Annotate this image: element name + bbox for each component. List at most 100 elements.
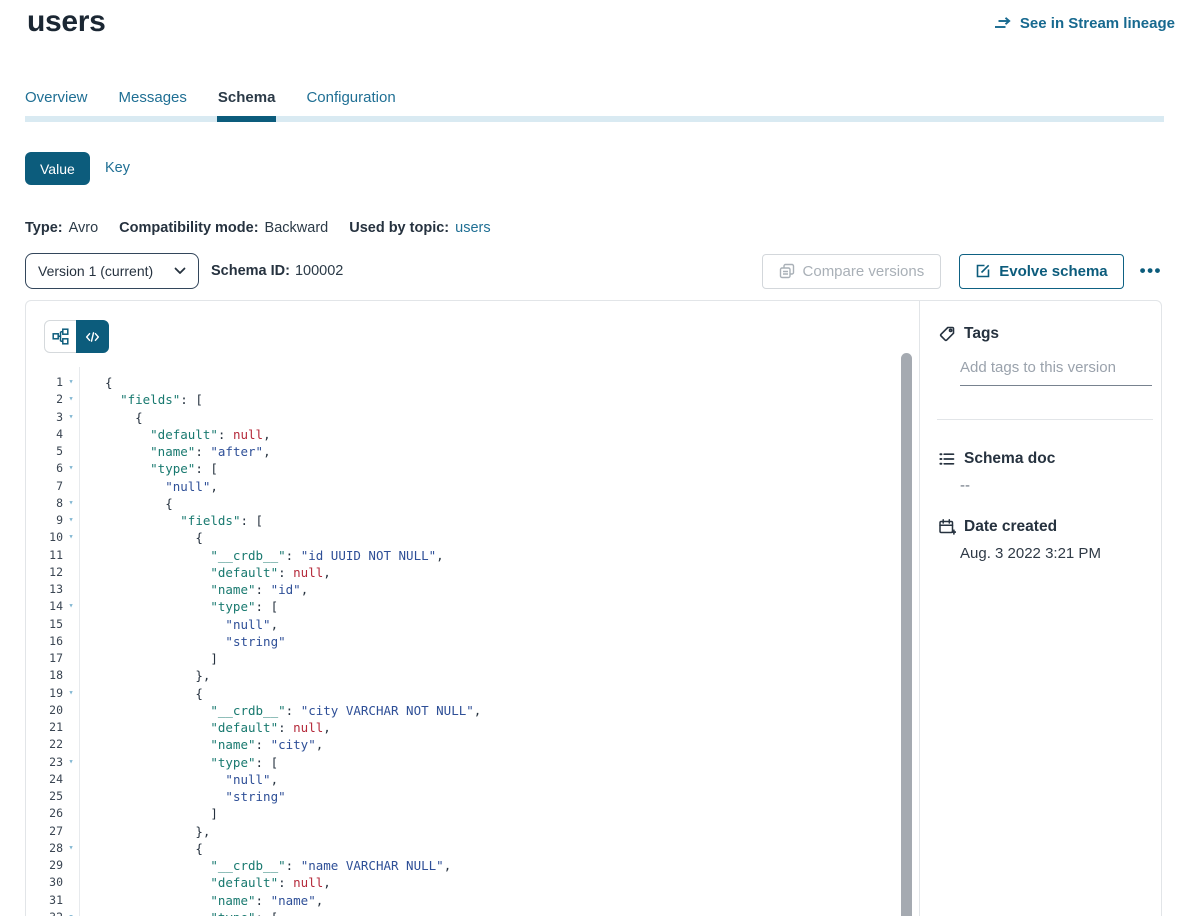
line-number: 9 (26, 512, 63, 529)
date-created-section-header: Date created (938, 518, 1057, 536)
code-line: { (79, 685, 203, 702)
code-line: "default": null, (79, 874, 331, 891)
tag-icon (938, 325, 956, 343)
fold-marker-icon[interactable]: ▾ (63, 598, 79, 615)
tree-view-button[interactable] (44, 320, 77, 353)
line-number: 18 (26, 667, 63, 684)
code-line-row: 30 "default": null, (26, 874, 907, 891)
code-line: "name": "name", (79, 892, 323, 909)
code-line-row: 25 "string" (26, 788, 907, 805)
fold-marker-icon[interactable]: ▾ (63, 840, 79, 857)
value-toggle-button[interactable]: Value (25, 152, 90, 185)
code-line-row: 9▾ "fields": [ (26, 512, 907, 529)
tab-schema[interactable]: Schema (218, 88, 276, 108)
line-number: 14 (26, 598, 63, 615)
fold-marker-icon[interactable]: ▾ (63, 909, 79, 916)
code-line-row: 17 ] (26, 650, 907, 667)
code-line: "null", (79, 616, 278, 633)
compare-versions-button[interactable]: Compare versions (762, 254, 942, 289)
code-line-row: 15 "null", (26, 616, 907, 633)
stream-lineage-link[interactable]: See in Stream lineage (994, 15, 1175, 32)
line-number: 6 (26, 460, 63, 477)
code-line: "type": [ (79, 909, 278, 916)
code-line: { (79, 495, 173, 512)
code-line-row: 19▾ { (26, 685, 907, 702)
code-line-row: 3▾ { (26, 409, 907, 426)
fold-marker-icon[interactable]: ▾ (63, 512, 79, 529)
date-created-title: Date created (964, 518, 1057, 536)
code-line: ] (79, 650, 218, 667)
fold-marker-icon[interactable]: ▾ (63, 754, 79, 771)
compare-versions-label: Compare versions (803, 263, 925, 280)
tags-input[interactable] (960, 359, 1152, 386)
tab-overview[interactable]: Overview (25, 88, 88, 108)
tabs-bar-wrap: Overview Messages Schema Configuration (25, 88, 1164, 122)
calendar-plus-icon (938, 518, 956, 536)
type-label: Type: (25, 220, 63, 236)
used-by-topic-link[interactable]: users (455, 220, 490, 236)
fold-marker-icon[interactable]: ▾ (63, 495, 79, 512)
key-toggle-button[interactable]: Key (105, 160, 130, 176)
schema-doc-title: Schema doc (964, 450, 1055, 468)
line-number: 16 (26, 633, 63, 650)
code-line-row: 27 }, (26, 823, 907, 840)
code-line: }, (79, 823, 210, 840)
fold-marker-icon[interactable]: ▾ (63, 374, 79, 391)
code-line: { (79, 840, 203, 857)
line-number: 7 (26, 478, 63, 495)
tab-configuration[interactable]: Configuration (306, 88, 395, 108)
fold-marker-icon[interactable]: ▾ (63, 460, 79, 477)
page-title: users (27, 5, 106, 39)
tab-messages[interactable]: Messages (119, 88, 187, 108)
line-number: 24 (26, 771, 63, 788)
fold-marker-icon[interactable]: ▾ (63, 685, 79, 702)
code-line-row: 29 "__crdb__": "name VARCHAR NULL", (26, 857, 907, 874)
fold-marker-icon[interactable]: ▾ (63, 529, 79, 546)
line-number: 28 (26, 840, 63, 857)
code-line: "name": "city", (79, 736, 323, 753)
code-view-icon (85, 330, 100, 344)
code-line: }, (79, 667, 210, 684)
code-line: { (79, 529, 203, 546)
version-select-value: Version 1 (current) (38, 263, 153, 279)
code-line-row: 21 "default": null, (26, 719, 907, 736)
line-number: 32 (26, 909, 63, 916)
code-line-row: 24 "null", (26, 771, 907, 788)
schema-id-label: Schema ID: (211, 263, 290, 279)
list-icon (938, 450, 956, 468)
editor-view-toggle (44, 320, 109, 353)
fold-marker-icon[interactable]: ▾ (63, 409, 79, 426)
code-line: { (79, 409, 143, 426)
schema-meta-row: Type: Avro Compatibility mode: Backward … (25, 220, 491, 236)
sidebar-divider (937, 419, 1153, 420)
used-by-topic-label: Used by topic: (349, 220, 449, 236)
chevron-down-icon (174, 267, 186, 275)
fold-marker-icon[interactable]: ▾ (63, 391, 79, 408)
schema-sidebar: Tags Schema doc -- Date created (919, 301, 1161, 916)
stream-lineage-label: See in Stream lineage (1020, 15, 1175, 32)
code-line: "default": null, (79, 719, 331, 736)
line-number: 5 (26, 443, 63, 460)
code-line: ] (79, 805, 218, 822)
stream-lineage-icon (994, 16, 1013, 32)
more-options-button[interactable]: ••• (1138, 262, 1164, 280)
line-number: 10 (26, 529, 63, 546)
code-line-row: 26 ] (26, 805, 907, 822)
evolve-schema-button[interactable]: Evolve schema (959, 254, 1123, 289)
code-line-row: 5 "name": "after", (26, 443, 907, 460)
version-select[interactable]: Version 1 (current) (25, 253, 199, 289)
code-line-row: 28▾ { (26, 840, 907, 857)
code-line-row: 20 "__crdb__": "city VARCHAR NOT NULL", (26, 702, 907, 719)
code-line-row: 4 "default": null, (26, 426, 907, 443)
tree-view-icon (52, 328, 69, 345)
line-number: 2 (26, 391, 63, 408)
code-view-button[interactable] (76, 320, 109, 353)
line-number: 31 (26, 892, 63, 909)
line-number: 4 (26, 426, 63, 443)
schema-code-editor: 1▾{2▾ "fields": [3▾ {4 "default": null,5… (26, 301, 919, 916)
tags-section-header: Tags (938, 325, 999, 343)
code-line: "type": [ (79, 460, 218, 477)
editor-scrollbar[interactable] (901, 353, 912, 916)
code-line-row: 12 "default": null, (26, 564, 907, 581)
code-line-row: 8▾ { (26, 495, 907, 512)
